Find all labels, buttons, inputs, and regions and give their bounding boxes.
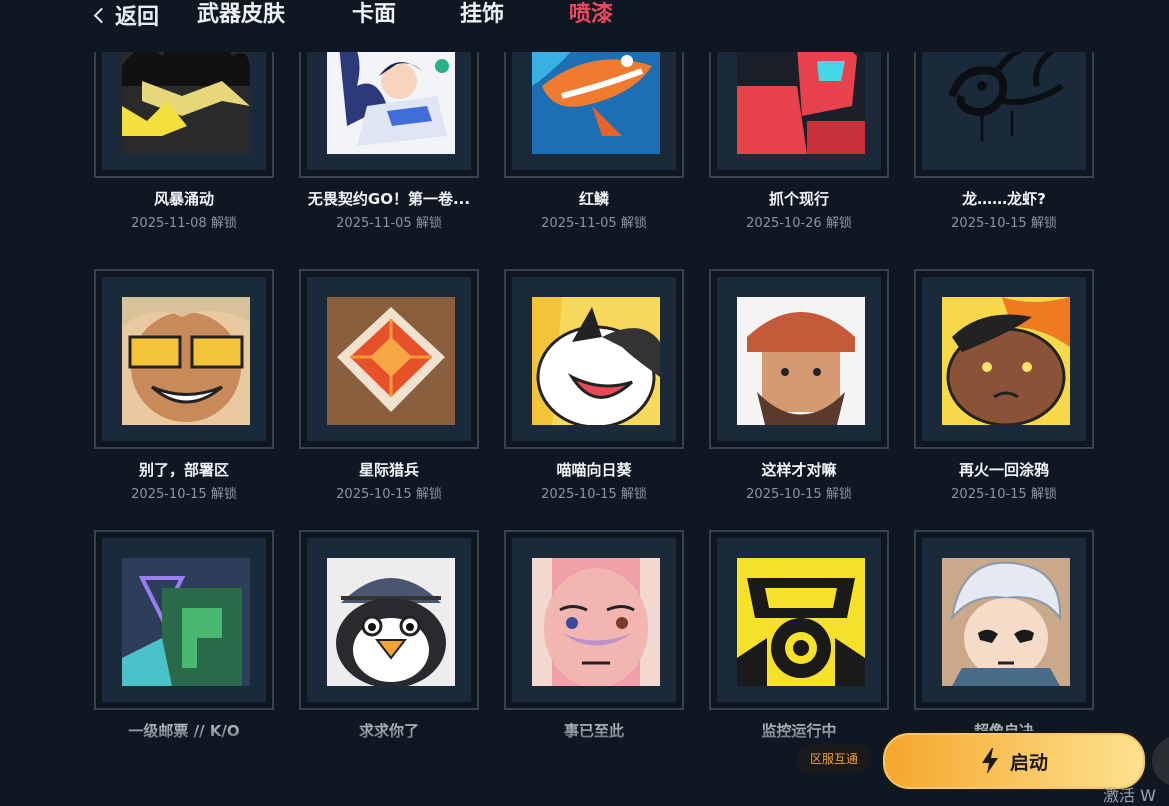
region-badge: 区服互通 bbox=[797, 744, 871, 774]
spray-name: 求求你了 bbox=[358, 722, 419, 740]
spray-card[interactable]: 超像自决 bbox=[914, 530, 1094, 740]
spray-name: 无畏契约GO！第一卷... bbox=[307, 190, 471, 208]
tab-cards[interactable]: 卡面 bbox=[352, 0, 396, 30]
spray-name: 红鳞 bbox=[578, 190, 609, 208]
spray-image bbox=[532, 558, 660, 686]
spray-image bbox=[122, 297, 250, 425]
spray-image bbox=[737, 558, 865, 686]
spray-frame bbox=[504, 269, 684, 449]
top-nav: 返回 武器皮肤 卡面 挂饰 喷漆 bbox=[0, 0, 1169, 52]
spray-frame bbox=[914, 269, 1094, 449]
spray-card[interactable]: 星际猎兵 2025-10-15 解锁 bbox=[299, 269, 479, 502]
spray-frame bbox=[94, 530, 274, 710]
spray-card[interactable]: 监控运行中 bbox=[709, 530, 889, 740]
spray-image bbox=[122, 558, 250, 686]
spray-card[interactable]: 事已至此 bbox=[504, 530, 684, 740]
spray-image bbox=[327, 558, 455, 686]
tab-charms[interactable]: 挂饰 bbox=[460, 0, 504, 30]
spray-card[interactable]: 一级邮票 // K/O bbox=[94, 530, 274, 740]
activation-watermark: 激活 W bbox=[1103, 786, 1156, 805]
back-button[interactable]: 返回 bbox=[92, 0, 159, 30]
spray-card[interactable]: 别了，部署区 2025-10-15 解锁 bbox=[94, 269, 274, 502]
spray-unlock-date: 2025-10-15 解锁 bbox=[131, 487, 237, 502]
spray-unlock-date: 2025-11-05 解锁 bbox=[336, 216, 442, 231]
spray-frame bbox=[914, 530, 1094, 710]
spray-image bbox=[942, 558, 1070, 686]
spray-frame bbox=[504, 530, 684, 710]
tab-sprays[interactable]: 喷漆 bbox=[569, 0, 613, 30]
spray-card[interactable]: 这样才对嘛 2025-10-15 解锁 bbox=[709, 269, 889, 502]
spray-name: 事已至此 bbox=[563, 722, 624, 740]
spray-card[interactable]: 求求你了 bbox=[299, 530, 479, 740]
spray-image bbox=[327, 297, 455, 425]
spray-frame bbox=[94, 269, 274, 449]
chevron-left-icon bbox=[93, 7, 110, 23]
spray-name: 一级邮票 // K/O bbox=[128, 722, 240, 740]
spray-name: 抓个现行 bbox=[768, 190, 829, 208]
spray-image bbox=[942, 297, 1070, 425]
spray-unlock-date: 2025-11-08 解锁 bbox=[131, 216, 237, 231]
lightning-icon bbox=[981, 748, 998, 774]
spray-unlock-date: 2025-10-15 解锁 bbox=[746, 487, 852, 502]
spray-frame bbox=[299, 530, 479, 710]
spray-unlock-date: 2025-10-15 解锁 bbox=[951, 487, 1057, 502]
spray-frame bbox=[709, 269, 889, 449]
spray-image bbox=[737, 297, 865, 425]
spray-unlock-date: 2025-10-15 解锁 bbox=[336, 487, 442, 502]
spray-name: 风暴涌动 bbox=[153, 190, 214, 208]
side-circle-button[interactable] bbox=[1152, 736, 1169, 786]
spray-unlock-date: 2025-11-05 解锁 bbox=[541, 216, 647, 231]
spray-name: 再火一回涂鸦 bbox=[958, 461, 1049, 479]
spray-name: 这样才对嘛 bbox=[761, 461, 837, 479]
spray-unlock-date: 2025-10-15 解锁 bbox=[541, 487, 647, 502]
spray-name: 龙……龙虾? bbox=[962, 190, 1046, 208]
tab-weapon-skins[interactable]: 武器皮肤 bbox=[197, 0, 285, 30]
spray-name: 喵喵向日葵 bbox=[556, 461, 632, 479]
spray-unlock-date: 2025-10-26 解锁 bbox=[746, 216, 852, 231]
spray-card[interactable]: 喵喵向日葵 2025-10-15 解锁 bbox=[504, 269, 684, 502]
spray-image bbox=[532, 297, 660, 425]
spray-name: 别了，部署区 bbox=[138, 461, 229, 479]
spray-name: 监控运行中 bbox=[761, 722, 837, 740]
spray-name: 星际猎兵 bbox=[358, 461, 419, 479]
spray-card[interactable]: 再火一回涂鸦 2025-10-15 解锁 bbox=[914, 269, 1094, 502]
spray-frame bbox=[709, 530, 889, 710]
spray-frame bbox=[299, 269, 479, 449]
launch-label: 启动 bbox=[1009, 751, 1048, 774]
spray-unlock-date: 2025-10-15 解锁 bbox=[951, 216, 1057, 231]
back-label: 返回 bbox=[115, 5, 160, 30]
